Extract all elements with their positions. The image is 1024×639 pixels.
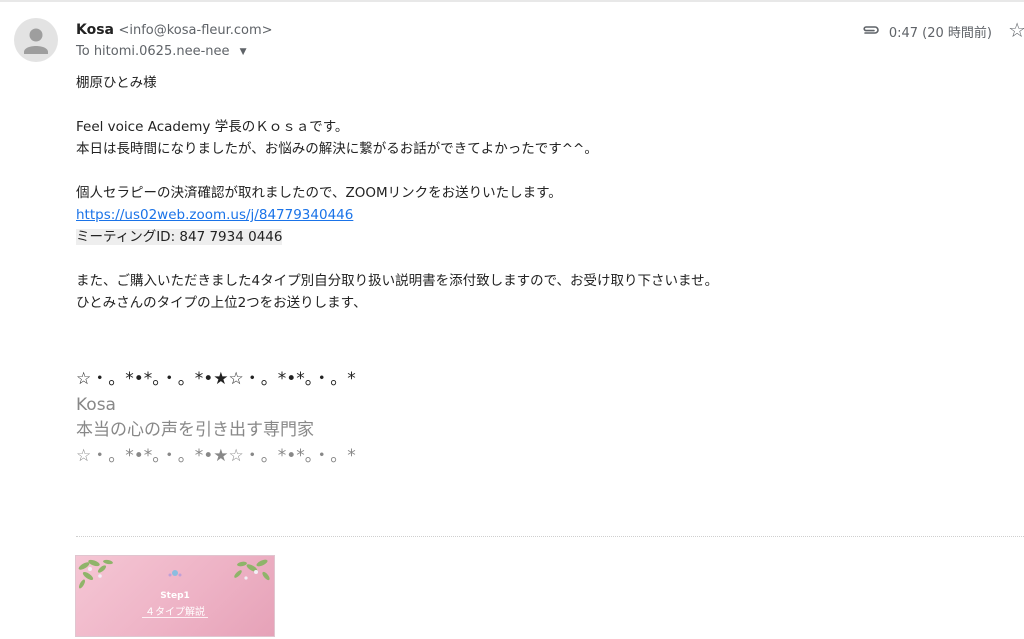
star-outline-icon[interactable]: ☆ <box>1008 18 1024 42</box>
signature-decoration: ☆・。*•*。・。*•★☆・。*•*。・。* <box>76 445 356 466</box>
meeting-id: ミーティングID: 847 7934 0446 <box>76 229 283 245</box>
message-time[interactable]: 0:47 (20 時間前) <box>889 22 992 41</box>
attachment-divider <box>76 536 1024 537</box>
message-meta: 0:47 (20 時間前) <box>861 22 992 41</box>
zoom-link[interactable]: https://us02web.zoom.us/j/84779340446 <box>76 207 353 223</box>
attachment-label: Step1 <box>160 591 190 601</box>
attachment-sublabel: ４タイプ解説 <box>145 607 205 618</box>
recipient-text: To hitomi.0625.nee-nee <box>76 44 230 59</box>
signature-title: 本当の心の声を引き出す専門家 <box>76 420 314 440</box>
body-line: Feel voice Academy 学長のＫｏｓａです。 <box>76 119 349 135</box>
recipient-line[interactable]: To hitomi.0625.nee-nee ▼ <box>76 44 247 59</box>
attachment-underline <box>142 617 208 618</box>
greeting: 棚原ひとみ様 <box>76 75 157 91</box>
top-divider <box>0 0 1024 2</box>
sender-name[interactable]: Kosa <box>76 22 114 38</box>
signature: ☆・。*•*。・。*•★☆・。*•*。・。* Kosa 本当の心の声を引き出す専… <box>76 367 356 469</box>
attachment-thumbnail[interactable]: Step1 ４タイプ解説 <box>76 556 274 636</box>
paperclip-icon <box>861 24 881 40</box>
sender-email: <info@kosa-fleur.com> <box>118 23 273 38</box>
message-body: 棚原ひとみ様 Feel voice Academy 学長のＫｏｓａです。 本日は… <box>76 72 976 314</box>
body-line: 個人セラピーの決済確認が取れましたので、ZOOMリンクをお送りいたします。 <box>76 185 562 201</box>
signature-name: Kosa <box>76 394 116 415</box>
signature-decoration: ☆・。*•*。・。*•★☆・。*•*。・。* <box>76 369 356 389</box>
body-line: ひとみさんのタイプの上位2つをお送りします、 <box>76 295 367 311</box>
body-line: また、ご購入いただきました4タイプ別自分取り扱い説明書を添付致しますので、お受け… <box>76 273 719 289</box>
sender-line: Kosa <info@kosa-fleur.com> <box>76 22 273 38</box>
person-avatar-icon[interactable] <box>14 18 58 62</box>
caret-down-icon[interactable]: ▼ <box>240 47 247 57</box>
body-line: 本日は長時間になりましたが、お悩みの解決に繋がるお話ができてよかったです^^。 <box>76 141 598 157</box>
